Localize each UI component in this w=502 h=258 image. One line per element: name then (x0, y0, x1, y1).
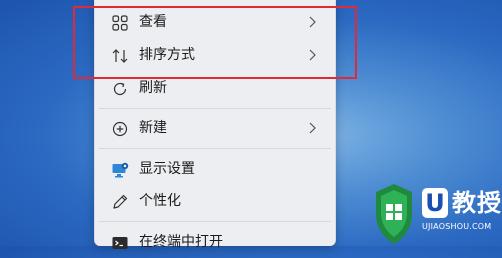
refresh-icon (113, 82, 127, 96)
chevron-right-icon (309, 49, 316, 61)
menu-item-label: 新建 (139, 120, 167, 136)
terminal-icon (112, 237, 128, 249)
sort-arrows-icon (112, 49, 128, 63)
grid-icon (112, 15, 128, 31)
menu-item-label: 查看 (139, 14, 167, 30)
menu-item-label: 刷新 (139, 80, 167, 96)
chevron-right-icon (309, 16, 316, 28)
menu-item-label: 个性化 (139, 193, 181, 209)
chevron-right-icon (309, 122, 316, 134)
menu-separator (99, 148, 331, 149)
menu-item-sort-by[interactable]: 排序方式 (95, 39, 335, 71)
menu-separator (99, 108, 331, 109)
menu-item-refresh[interactable]: 刷新 (95, 72, 335, 104)
plus-circle-icon (112, 121, 128, 137)
menu-item-label: 排序方式 (139, 47, 195, 63)
menu-item-label: 在终端中打开 (139, 234, 223, 250)
menu-item-new[interactable]: 新建 (95, 112, 335, 144)
menu-item-personalize[interactable]: 个性化 (95, 185, 335, 217)
menu-separator (99, 221, 331, 222)
menu-item-label: 显示设置 (139, 161, 195, 177)
shield-logo-icon (376, 184, 412, 244)
logo-url-text: UJIAOSHOU.COM (422, 222, 492, 231)
display-settings-icon (112, 162, 129, 178)
logo-brand-text: 教授 (452, 189, 502, 217)
menu-item-open-in-terminal[interactable]: 在终端中打开 (95, 226, 335, 258)
menu-item-display-settings[interactable]: 显示设置 (95, 153, 335, 185)
context-menu: 查看 排序方式 刷新 新建 显示设置 个性化 在终端中打开 (94, 0, 336, 250)
pen-icon (113, 194, 128, 209)
logo-badge: U (422, 188, 448, 218)
watermark-logo: U 教授 UJIAOSHOU.COM (372, 182, 502, 246)
menu-item-view[interactable]: 查看 (95, 6, 335, 38)
